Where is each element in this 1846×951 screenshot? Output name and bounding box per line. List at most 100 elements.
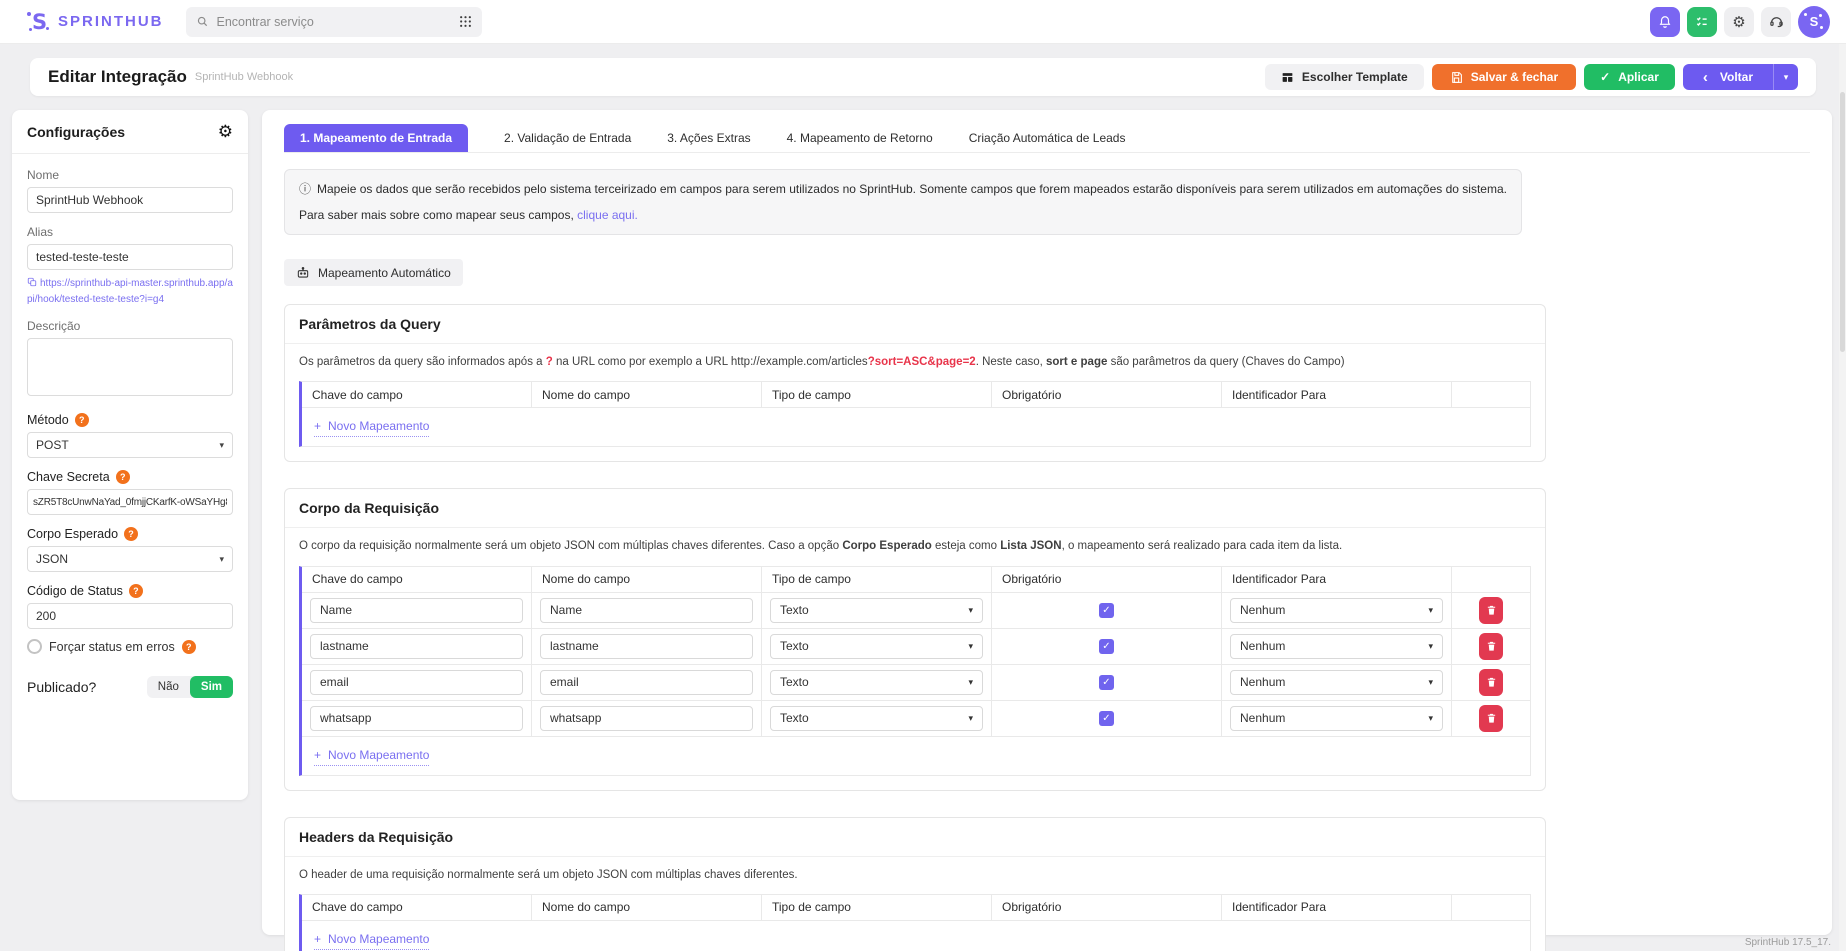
- save-close-button[interactable]: Salvar & fechar: [1432, 64, 1576, 90]
- delete-row-button[interactable]: [1479, 669, 1503, 696]
- request-body-table: Chave do campo Nome do campo Tipo de cam…: [299, 566, 1531, 776]
- required-checkbox[interactable]: ✓: [1099, 675, 1114, 690]
- field-name-input[interactable]: [540, 670, 753, 695]
- field-type-select[interactable]: Texto▾: [770, 634, 983, 659]
- tasks-button[interactable]: [1687, 7, 1717, 37]
- chevron-down-icon: ▾: [1428, 677, 1433, 688]
- tab-auto-leads[interactable]: Criação Automática de Leads: [969, 124, 1126, 152]
- status-help-icon[interactable]: ?: [129, 584, 143, 598]
- tab-extra-actions[interactable]: 3. Ações Extras: [667, 124, 750, 152]
- field-name-input[interactable]: [540, 634, 753, 659]
- col-header-type: Tipo de campo: [762, 567, 992, 593]
- force-status-help-icon[interactable]: ?: [182, 640, 196, 654]
- col-header-actions: [1452, 382, 1530, 408]
- col-header-name: Nome do campo: [532, 567, 762, 593]
- choose-template-button[interactable]: Escolher Template: [1265, 64, 1424, 90]
- body-new-mapping-link[interactable]: + Novo Mapeamento: [314, 748, 429, 766]
- query-new-mapping-link[interactable]: + Novo Mapeamento: [314, 419, 429, 437]
- field-key-input[interactable]: [310, 598, 523, 623]
- back-dropdown-button[interactable]: ▾: [1773, 64, 1798, 90]
- apps-grid-icon[interactable]: [459, 15, 472, 28]
- info-icon: ⓘ: [299, 182, 311, 196]
- trash-icon: [1486, 676, 1497, 688]
- col-header-type: Tipo de campo: [762, 382, 992, 408]
- field-type-select[interactable]: Texto▾: [770, 598, 983, 623]
- settings-button[interactable]: ⚙: [1724, 7, 1754, 37]
- name-field[interactable]: [27, 187, 233, 213]
- field-key-input[interactable]: [310, 670, 523, 695]
- delete-row-button[interactable]: [1479, 633, 1503, 660]
- sprinthub-logo-icon: S: [26, 9, 52, 35]
- chevron-down-icon: ▾: [968, 677, 973, 688]
- main-content: 1. Mapeamento de Entrada 2. Validação de…: [262, 110, 1832, 935]
- expected-body-help-icon[interactable]: ?: [124, 527, 138, 541]
- notifications-button[interactable]: [1650, 7, 1680, 37]
- description-field[interactable]: [27, 338, 233, 396]
- method-help-icon[interactable]: ?: [75, 413, 89, 427]
- mapping-row: Texto▾ ✓ Nenhum▾: [302, 629, 1530, 665]
- trash-icon: [1486, 640, 1497, 652]
- search-input[interactable]: [217, 15, 459, 29]
- required-checkbox[interactable]: ✓: [1099, 603, 1114, 618]
- tab-input-validation[interactable]: 2. Validação de Entrada: [504, 124, 631, 152]
- identifier-select[interactable]: Nenhum▾: [1230, 634, 1443, 659]
- col-header-name: Nome do campo: [532, 895, 762, 921]
- apply-button[interactable]: ✓ Aplicar: [1584, 64, 1675, 90]
- published-no-option[interactable]: Não: [147, 676, 190, 698]
- user-avatar[interactable]: S: [1798, 6, 1830, 38]
- plus-icon: +: [314, 932, 321, 946]
- secret-key-field[interactable]: [27, 489, 233, 515]
- trash-icon: [1486, 604, 1497, 616]
- delete-row-button[interactable]: [1479, 597, 1503, 624]
- checklist-icon: [1695, 15, 1709, 29]
- published-yes-option[interactable]: Sim: [190, 676, 233, 698]
- service-search[interactable]: [186, 7, 482, 37]
- webhook-url-link[interactable]: https://sprinthub-api-master.sprinthub.a…: [27, 276, 233, 307]
- gear-icon: ⚙: [1732, 13, 1745, 31]
- chevron-down-icon: ▾: [219, 554, 224, 565]
- published-toggle: Não Sim: [147, 676, 233, 698]
- status-code-field[interactable]: [27, 603, 233, 629]
- field-key-input[interactable]: [310, 634, 523, 659]
- headers-new-mapping-link[interactable]: + Novo Mapeamento: [314, 932, 429, 950]
- header-actions: Escolher Template Salvar & fechar ✓ Apli…: [1265, 64, 1798, 90]
- sidebar-gear-icon[interactable]: ⚙: [218, 123, 233, 140]
- field-type-select[interactable]: Texto▾: [770, 706, 983, 731]
- identifier-select[interactable]: Nenhum▾: [1230, 670, 1443, 695]
- method-select[interactable]: POST ▾: [27, 432, 233, 458]
- secret-help-icon[interactable]: ?: [116, 470, 130, 484]
- expected-body-select[interactable]: JSON ▾: [27, 546, 233, 572]
- robot-icon: [296, 266, 310, 280]
- check-icon: ✓: [1102, 641, 1110, 652]
- delete-row-button[interactable]: [1479, 705, 1503, 732]
- alias-field[interactable]: [27, 244, 233, 270]
- identifier-select[interactable]: Nenhum▾: [1230, 706, 1443, 731]
- chevron-left-icon: ‹: [1703, 69, 1708, 86]
- required-checkbox[interactable]: ✓: [1099, 639, 1114, 654]
- col-header-required: Obrigatório: [992, 567, 1222, 593]
- chevron-down-icon: ▾: [1428, 605, 1433, 616]
- field-key-input[interactable]: [310, 706, 523, 731]
- scrollbar[interactable]: [1839, 44, 1846, 951]
- back-button[interactable]: ‹ Voltar: [1683, 64, 1773, 90]
- template-icon: [1281, 71, 1294, 84]
- search-icon: [196, 15, 209, 28]
- sidebar-title: Configurações: [27, 124, 125, 140]
- auto-mapping-button[interactable]: Mapeamento Automático: [284, 259, 463, 286]
- support-button[interactable]: [1761, 7, 1791, 37]
- tab-input-mapping[interactable]: 1. Mapeamento de Entrada: [284, 124, 468, 152]
- learn-more-link[interactable]: clique aqui.: [577, 208, 638, 222]
- field-type-select[interactable]: Texto▾: [770, 670, 983, 695]
- field-name-input[interactable]: [540, 598, 753, 623]
- field-name-input[interactable]: [540, 706, 753, 731]
- brand-logo[interactable]: S SPRINTHUB: [26, 9, 164, 35]
- published-label: Publicado?: [27, 679, 96, 695]
- required-checkbox[interactable]: ✓: [1099, 711, 1114, 726]
- tab-return-mapping[interactable]: 4. Mapeamento de Retorno: [787, 124, 933, 152]
- identifier-select[interactable]: Nenhum▾: [1230, 598, 1443, 623]
- mapping-row: Texto▾ ✓ Nenhum▾: [302, 665, 1530, 701]
- force-status-radio[interactable]: [27, 639, 42, 654]
- check-icon: ✓: [1102, 677, 1110, 688]
- query-params-panel: Parâmetros da Query Os parâmetros da que…: [284, 304, 1546, 462]
- col-header-required: Obrigatório: [992, 895, 1222, 921]
